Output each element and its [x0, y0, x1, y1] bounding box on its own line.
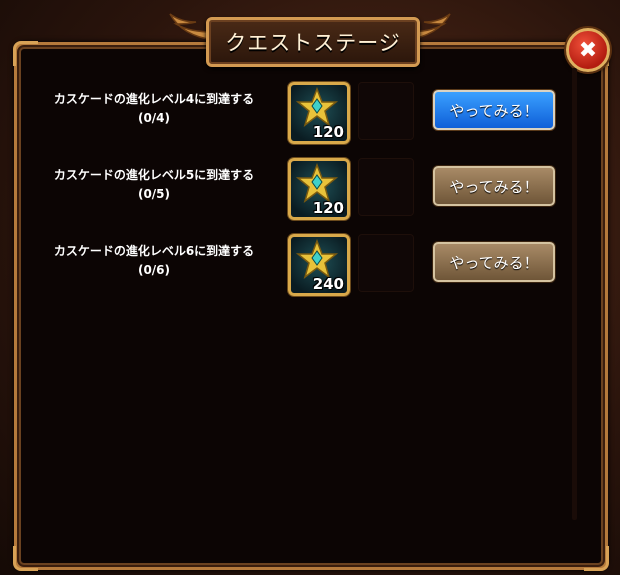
quest-row: カスケードの進化レベル5に到達する (0/5) 120 やってみる！	[30, 158, 570, 220]
reward-slot[interactable]: 120	[288, 158, 350, 220]
page-title: クエストステージ	[206, 17, 420, 67]
quest-description: カスケードの進化レベル6に到達する (0/6)	[30, 242, 278, 280]
quest-progress: (0/6)	[137, 263, 171, 277]
frame-corner	[13, 41, 38, 66]
quest-progress: (0/5)	[137, 187, 171, 201]
star-gem-icon	[295, 239, 339, 279]
reward-amount: 120	[312, 199, 344, 217]
quest-title: カスケードの進化レベル6に到達する	[53, 244, 255, 258]
empty-reward-slot	[358, 158, 414, 216]
reward-slot[interactable]: 240	[288, 234, 350, 296]
quest-row: カスケードの進化レベル4に到達する (0/4) 120 やってみる！	[30, 82, 570, 144]
quest-description: カスケードの進化レベル4に到達する (0/4)	[30, 90, 278, 128]
reward-amount: 240	[312, 275, 344, 293]
quest-title: カスケードの進化レベル5に到達する	[53, 168, 255, 182]
frame-corner	[584, 546, 609, 571]
empty-reward-slot	[358, 82, 414, 140]
scrollbar[interactable]	[572, 68, 577, 520]
quest-title: カスケードの進化レベル4に到達する	[53, 92, 255, 106]
reward-slot[interactable]: 120	[288, 82, 350, 144]
empty-reward-slot	[358, 234, 414, 292]
close-button[interactable]: ✖	[566, 28, 610, 72]
close-icon: ✖	[578, 37, 598, 63]
reward-amount: 120	[312, 123, 344, 141]
star-gem-icon	[295, 87, 339, 127]
quest-description: カスケードの進化レベル5に到達する (0/5)	[30, 166, 278, 204]
try-button[interactable]: やってみる！	[433, 90, 555, 130]
try-button[interactable]: やってみる！	[433, 242, 555, 282]
star-gem-icon	[295, 163, 339, 203]
quest-row: カスケードの進化レベル6に到達する (0/6) 240 やってみる！	[30, 234, 570, 296]
quest-progress: (0/4)	[137, 111, 171, 125]
try-button[interactable]: やってみる！	[433, 166, 555, 206]
frame-corner	[13, 546, 38, 571]
